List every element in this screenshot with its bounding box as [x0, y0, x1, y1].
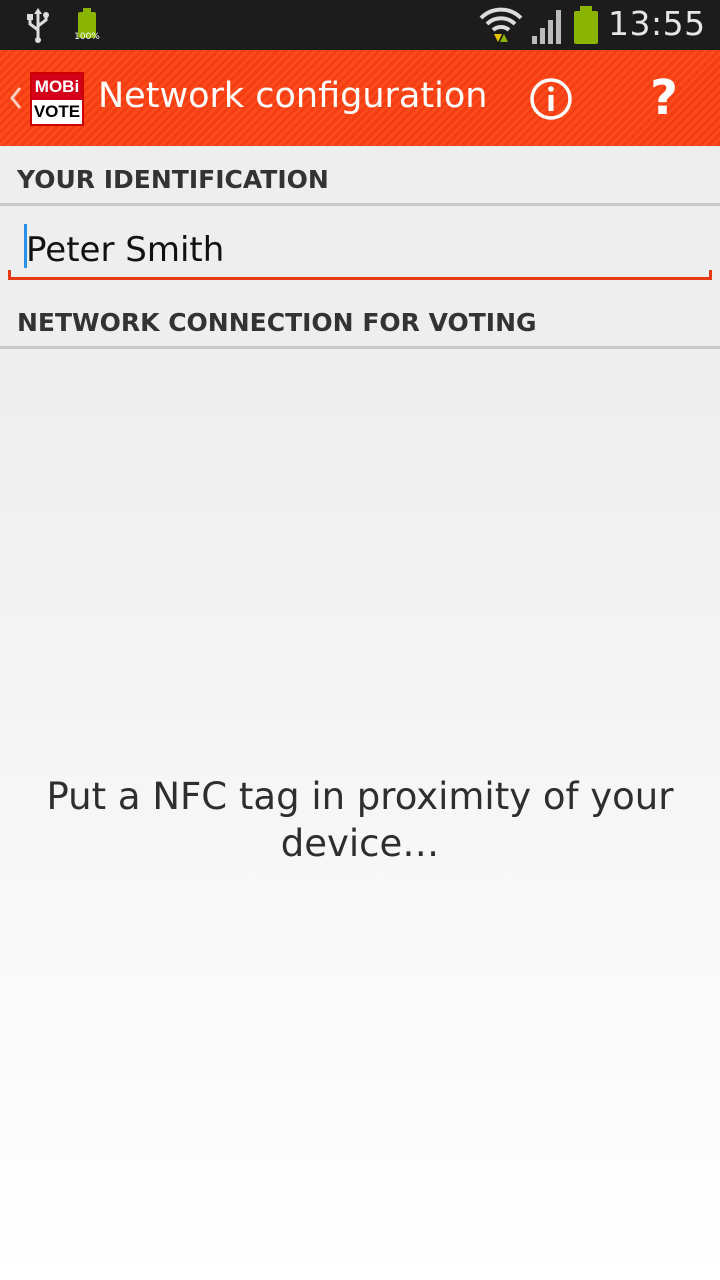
identification-input[interactable]: Peter Smith	[8, 216, 712, 280]
page-title: Network configuration	[98, 76, 488, 116]
help-button[interactable]: ?	[644, 70, 684, 126]
app-logo[interactable]: MOBi VOTE	[30, 72, 84, 126]
battery-icon	[572, 6, 600, 44]
input-underline	[8, 277, 712, 280]
action-bar: MOBi VOTE Network configuration ?	[0, 50, 720, 146]
clock: 13:55	[608, 4, 706, 43]
logo-bottom-text: VOTE	[32, 100, 82, 124]
battery-full-icon: 100%	[72, 8, 102, 44]
identification-section-header: YOUR IDENTIFICATION	[0, 146, 720, 206]
nfc-instruction-text: Put a NFC tag in proximity of your devic…	[46, 775, 674, 865]
logo-top-text: MOBi	[32, 74, 82, 100]
usb-icon	[27, 8, 49, 43]
identification-input-value: Peter Smith	[26, 230, 225, 270]
battery-percent-label: 100%	[74, 32, 100, 42]
signal-icon	[532, 10, 561, 44]
network-header-label: NETWORK CONNECTION FOR VOTING	[17, 308, 537, 337]
status-bar: 100% 13:55	[0, 0, 720, 50]
input-underline-left-tick	[8, 270, 11, 280]
network-section-header: NETWORK CONNECTION FOR VOTING	[0, 289, 720, 349]
input-underline-right-tick	[709, 270, 712, 280]
main-content: YOUR IDENTIFICATION Peter Smith NETWORK …	[0, 146, 720, 1280]
identification-header-label: YOUR IDENTIFICATION	[17, 165, 329, 194]
wifi-icon	[479, 7, 523, 42]
info-icon[interactable]	[528, 76, 574, 122]
back-chevron-icon[interactable]	[6, 80, 24, 116]
